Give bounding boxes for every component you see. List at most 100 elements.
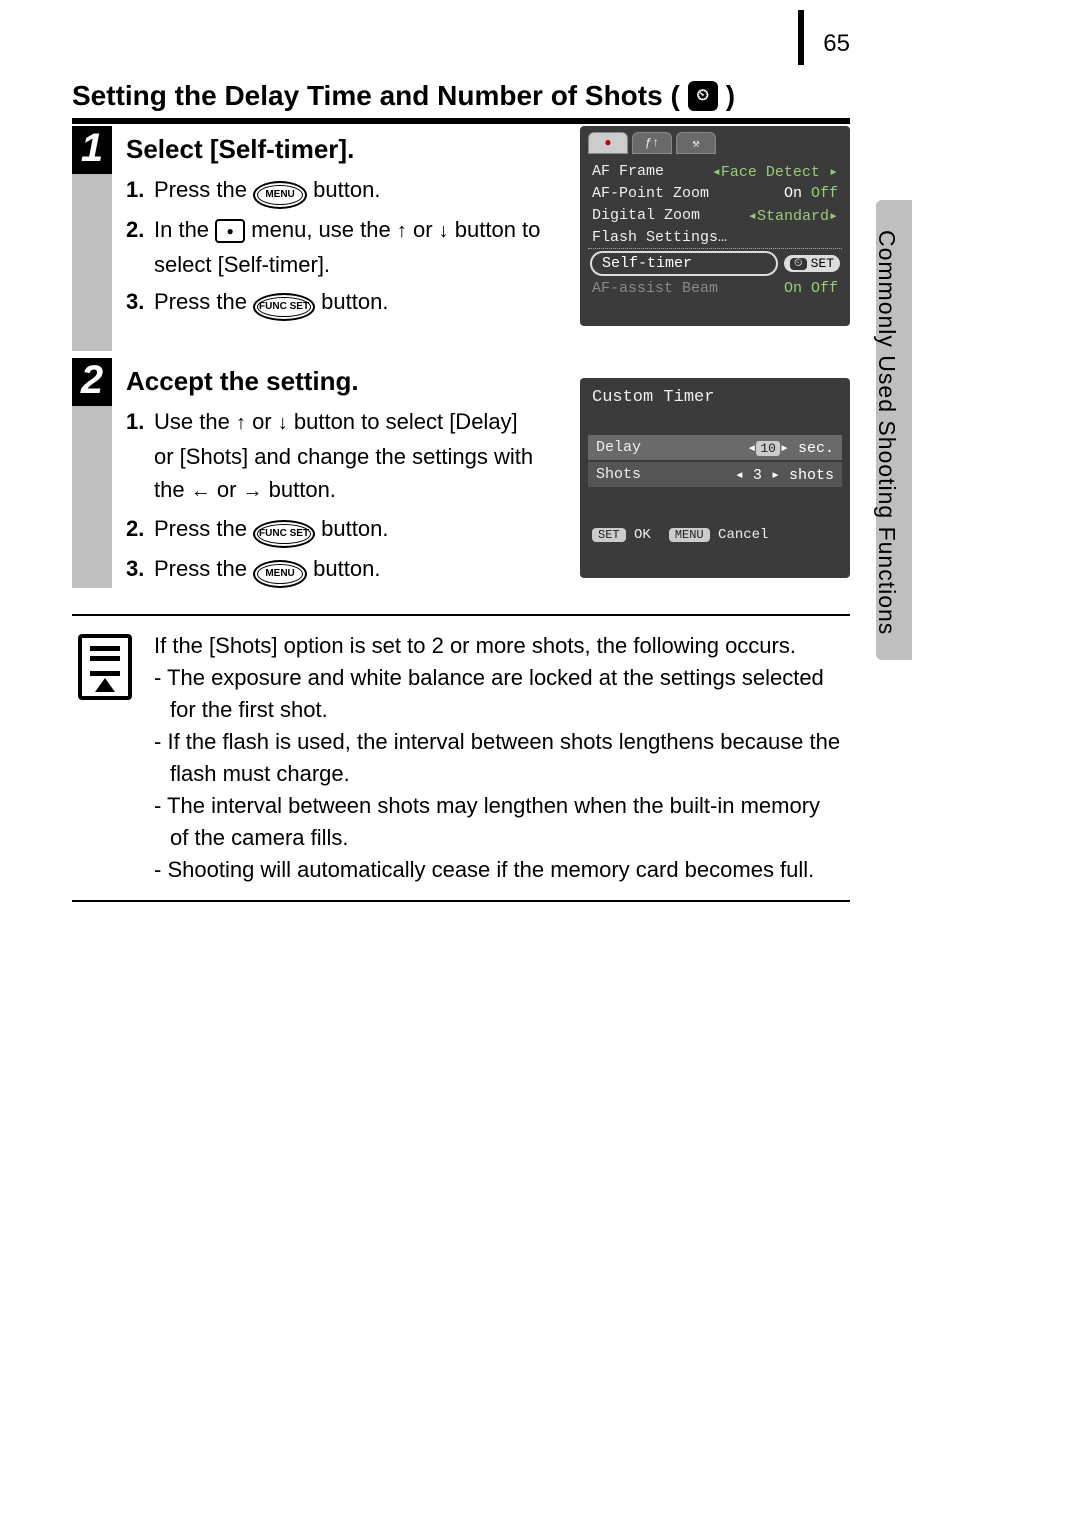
note-bullet: The exposure and white balance are locke…: [154, 662, 844, 726]
camera-screen-custom-timer: Custom Timer Delay ◂10▸ sec. Shots ◂ 3 ▸…: [580, 378, 850, 578]
menu-value-dim: Off: [811, 280, 838, 297]
menu-row: AF Frame ◂Face Detect ▸: [588, 160, 842, 183]
text: In the: [154, 217, 215, 242]
menu-label: Digital Zoom: [592, 207, 700, 224]
text: Use the: [154, 409, 236, 434]
rec-tab-icon: ●: [588, 132, 628, 154]
setup-tab-icon: ⚒: [676, 132, 716, 154]
setting-unit: shots: [789, 467, 834, 484]
menu-label: AF Frame: [592, 163, 664, 180]
text: Press the: [154, 556, 253, 581]
instruction-number: 3.: [126, 552, 154, 588]
page-number: 65: [823, 30, 850, 58]
set-badge: ⏲ SET: [784, 255, 840, 272]
instruction-number: 2.: [126, 213, 154, 281]
menu-label: AF-Point Zoom: [592, 185, 709, 202]
step-number: 2: [72, 358, 112, 406]
setting-value: 3: [753, 467, 762, 484]
menu-value-dim: On: [784, 185, 802, 202]
left-caret-icon: ◂: [712, 164, 721, 181]
menu-row: AF-Point Zoom On Off: [588, 183, 842, 204]
setting-row: Delay ◂10▸ sec.: [588, 435, 842, 460]
text: or: [413, 217, 439, 242]
camera-screen-menu: ● ƒ↑ ⚒ AF Frame ◂Face Detect ▸ AF-Point …: [580, 126, 850, 326]
menu-badge: MENU: [669, 528, 710, 542]
screen-title: Custom Timer: [588, 388, 842, 407]
step-number: 1: [72, 126, 112, 174]
page-number-divider: [798, 10, 804, 65]
instruction-number: 2.: [126, 512, 154, 548]
func-set-button-icon: FUNC SET: [253, 520, 315, 548]
text: button.: [321, 516, 388, 541]
menu-value: On: [784, 280, 802, 297]
timer-badge-icon: ⏲: [790, 258, 807, 270]
menu-value: Face Detect: [721, 164, 820, 181]
text: menu, use the: [251, 217, 397, 242]
set-badge: SET: [592, 528, 626, 542]
setting-label: Delay: [596, 439, 641, 456]
section-title-text: Setting the Delay Time and Number of Sho…: [72, 80, 680, 112]
tools-tab-icon: ƒ↑: [632, 132, 672, 154]
right-caret-icon: ▸: [829, 208, 838, 225]
left-caret-icon: ◂: [748, 208, 757, 225]
right-caret-icon: ▸: [780, 440, 789, 457]
menu-label: Flash Settings…: [592, 229, 727, 246]
menu-value: Standard: [757, 208, 829, 225]
chapter-label: Commonly Used Shooting Functions: [873, 230, 900, 635]
note-icon: [78, 634, 132, 700]
right-caret-icon: ▸: [771, 467, 780, 484]
instruction: 1. Press the MENU button.: [126, 173, 542, 209]
step-1: 1 Select [Self-timer]. 1. Press the MENU…: [72, 126, 850, 351]
step-number-col: 2: [72, 358, 112, 588]
footer-action: OK: [634, 527, 651, 543]
text: button.: [269, 477, 336, 502]
note-intro: If the [Shots] option is set to 2 or mor…: [154, 630, 844, 662]
text: Press the: [154, 289, 253, 314]
text: button.: [313, 177, 380, 202]
instruction: 1. Use the ↑ or ↓ button to select [Dela…: [126, 405, 542, 508]
step-side-bar: [72, 174, 112, 351]
menu-row-dim: AF-assist Beam On Off: [588, 278, 842, 299]
step-number-col: 1: [72, 126, 112, 351]
section-title: Setting the Delay Time and Number of Sho…: [72, 80, 850, 124]
section-title-text-end: ): [726, 80, 735, 112]
up-arrow-icon: ↑: [397, 220, 407, 242]
step-side-bar: [72, 406, 112, 588]
step-instructions: 1. Press the MENU button. 2. In the menu…: [126, 173, 542, 321]
right-arrow-icon: →: [243, 480, 263, 502]
footer-action: Cancel: [718, 527, 768, 543]
note-body: If the [Shots] option is set to 2 or mor…: [154, 630, 844, 886]
menu-row: Digital Zoom ◂Standard▸: [588, 204, 842, 227]
step-heading: Select [Self-timer].: [126, 134, 542, 165]
text: or: [217, 477, 243, 502]
step-instructions: 1. Use the ↑ or ↓ button to select [Dela…: [126, 405, 542, 588]
text: button.: [313, 556, 380, 581]
setting-value: 10: [756, 441, 780, 456]
right-caret-icon: ▸: [829, 164, 838, 181]
left-arrow-icon: ←: [191, 480, 211, 502]
note-bullet: The interval between shots may lengthen …: [154, 790, 844, 854]
menu-button-icon: MENU: [253, 181, 307, 209]
instruction: 3. Press the FUNC SET button.: [126, 285, 542, 321]
menu-label-selected: Self-timer: [590, 251, 778, 276]
instruction: 3. Press the MENU button.: [126, 552, 542, 588]
menu-row-selected: Self-timer ⏲ SET: [590, 251, 840, 276]
note-box: If the [Shots] option is set to 2 or mor…: [72, 614, 850, 902]
instruction-number: 1.: [126, 173, 154, 209]
instruction-number: 3.: [126, 285, 154, 321]
text: or: [252, 409, 278, 434]
left-caret-icon: ◂: [747, 440, 756, 457]
menu-row: Flash Settings…: [588, 227, 842, 249]
setting-label: Shots: [596, 466, 641, 483]
down-arrow-icon: ↓: [439, 220, 449, 242]
menu-button-icon: MENU: [253, 560, 307, 588]
instruction: 2. In the menu, use the ↑ or ↓ button to…: [126, 213, 542, 281]
text: Press the: [154, 177, 253, 202]
setting-unit: sec.: [798, 440, 834, 457]
instruction: 2. Press the FUNC SET button.: [126, 512, 542, 548]
menu-tabs: ● ƒ↑ ⚒: [588, 132, 842, 154]
menu-value: Off: [811, 185, 838, 202]
note-bullets: The exposure and white balance are locke…: [154, 662, 844, 886]
up-arrow-icon: ↑: [236, 412, 246, 434]
note-bullet: If the flash is used, the interval betwe…: [154, 726, 844, 790]
